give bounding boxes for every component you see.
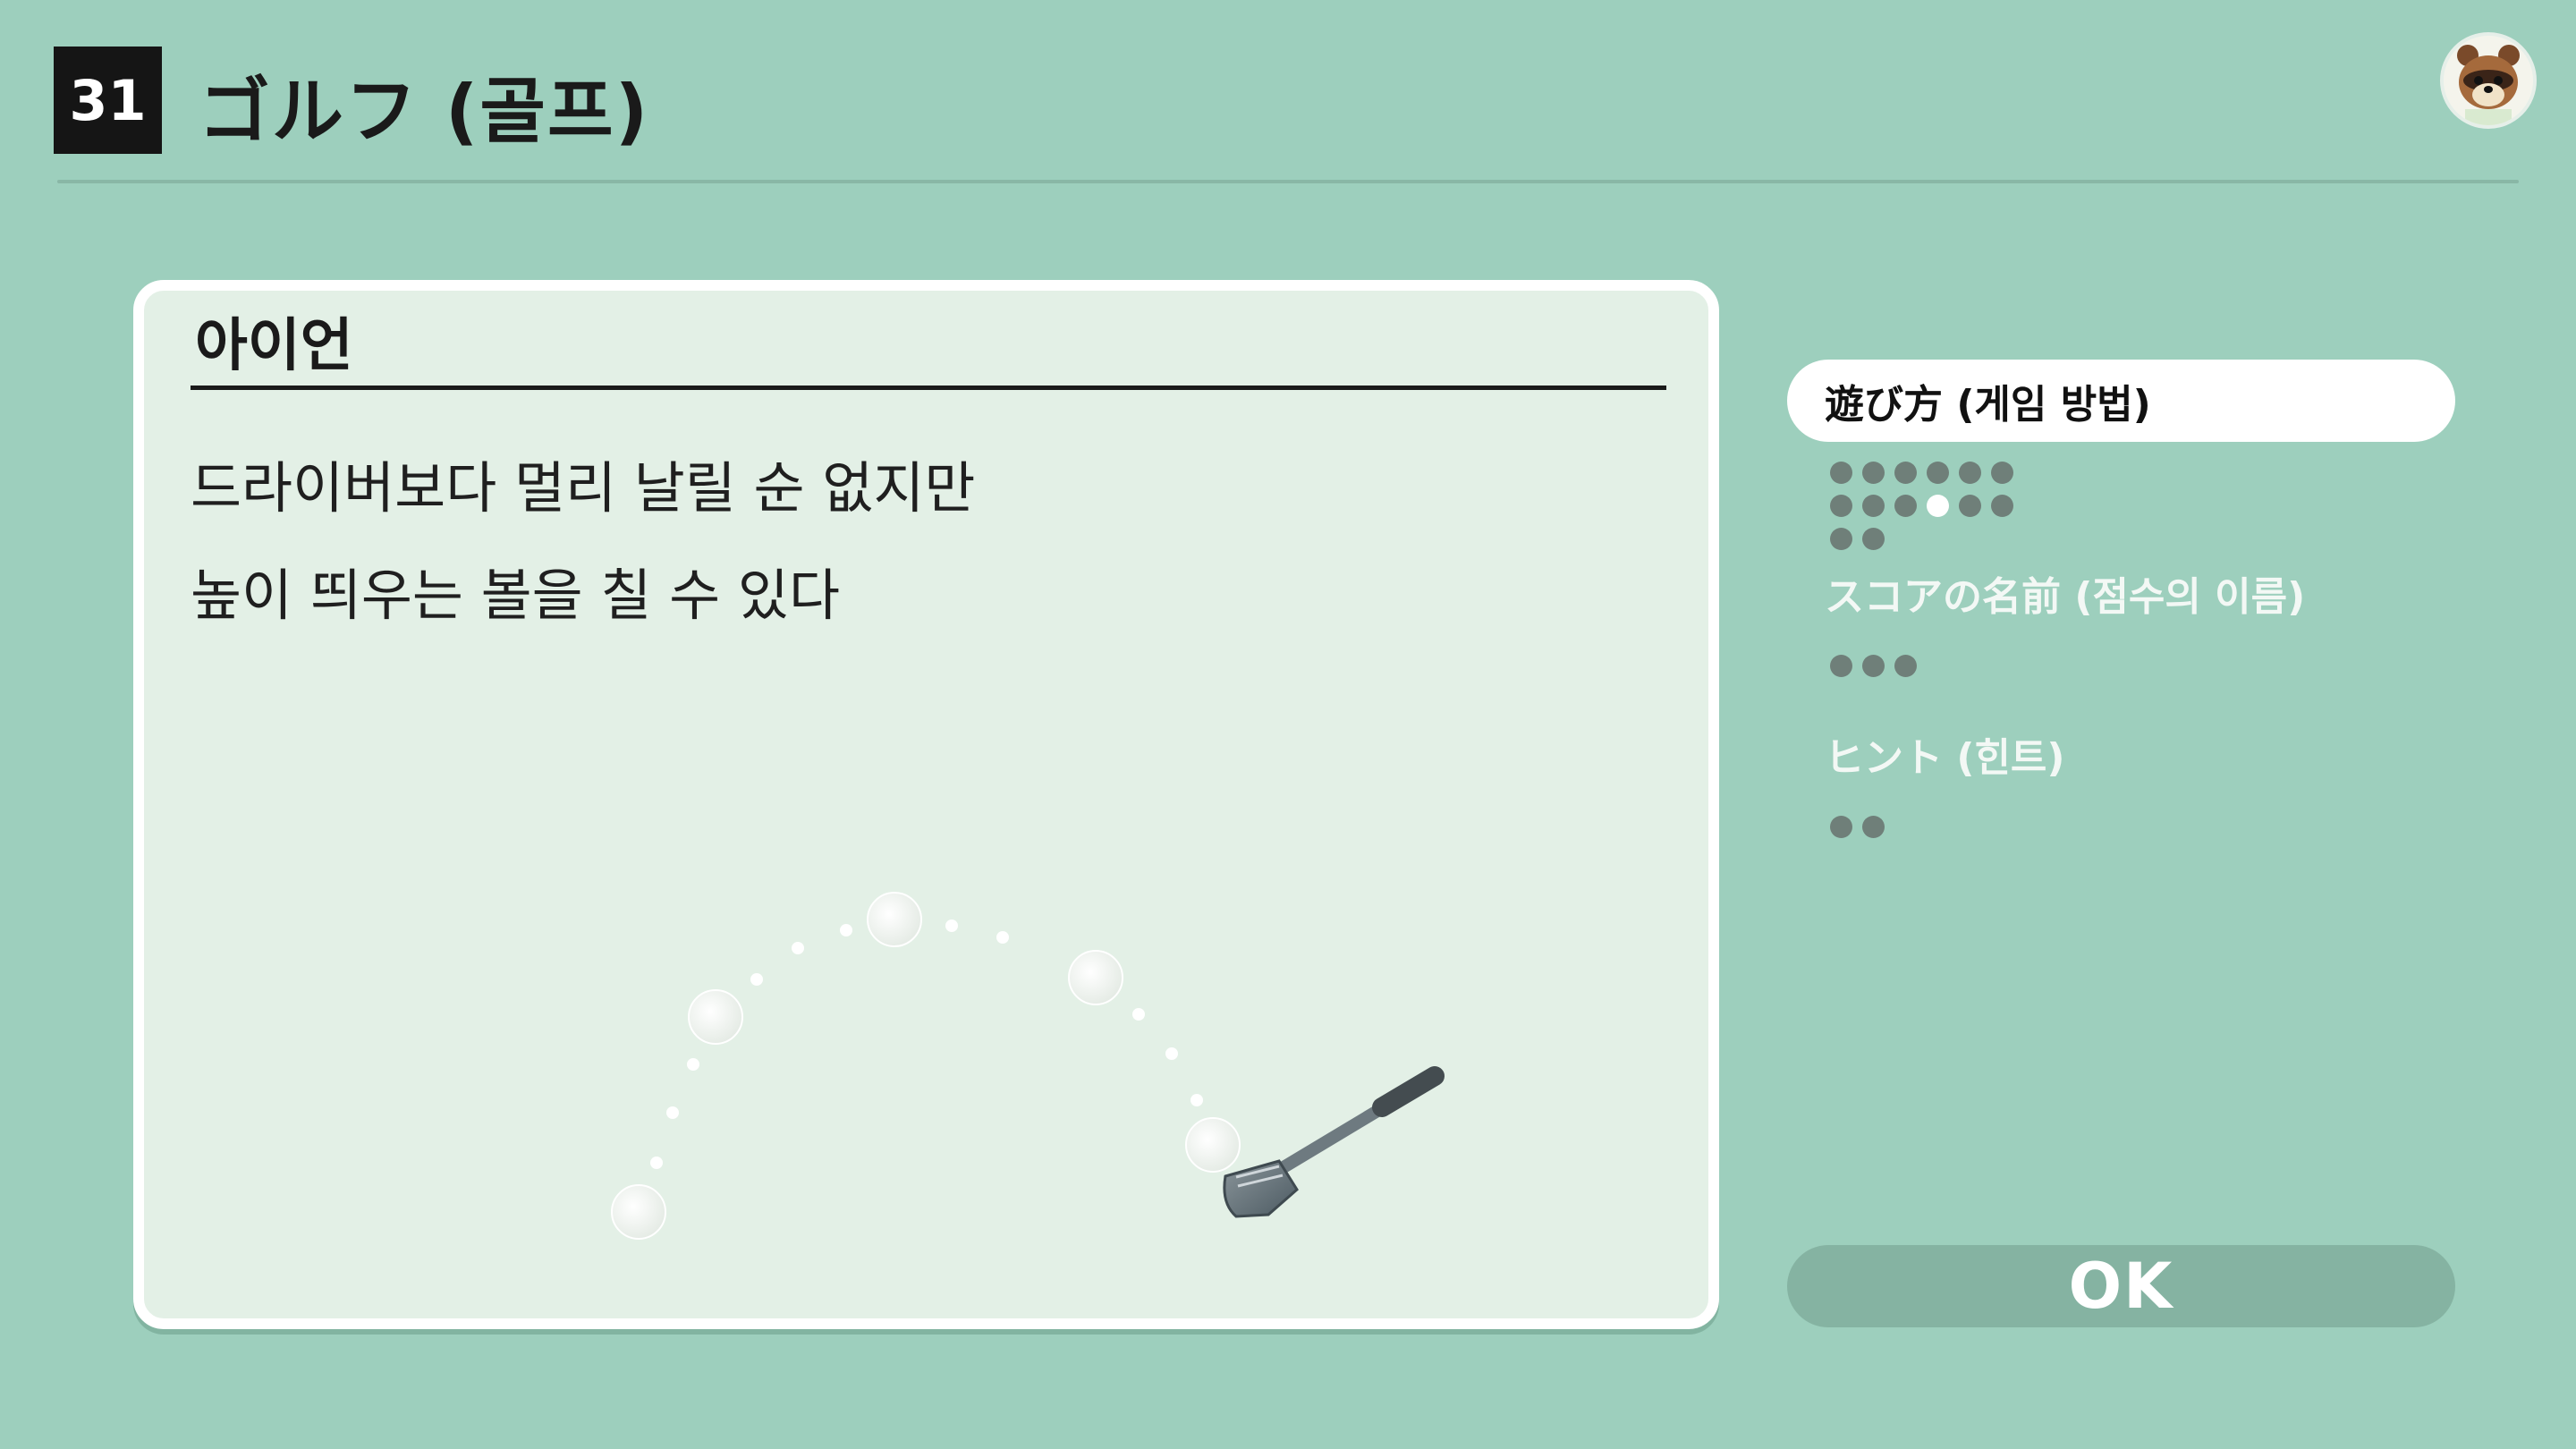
page-dot — [1862, 495, 1885, 517]
card-title: 아이언 — [195, 313, 353, 379]
description-line-2: 높이 띄우는 볼을 칠 수 있다 — [191, 563, 840, 628]
header: 31 ゴルフ (골프) — [0, 0, 2576, 183]
page-dot — [1862, 655, 1885, 677]
page-dot — [1830, 655, 1852, 677]
menu-item-score-names[interactable]: スコアの名前 (점수의 이름) — [1787, 552, 2455, 634]
ok-button[interactable]: OK — [1787, 1245, 2455, 1327]
page-dot — [1927, 495, 1949, 517]
page-dot — [1830, 816, 1852, 838]
page-dot — [1959, 495, 1981, 517]
page-number: 31 — [69, 67, 147, 133]
page-indicator-hints — [1830, 816, 1885, 838]
menu-item-how-to-play-label: 遊び方 (게임 방법) — [1825, 382, 2151, 428]
ok-button-label: OK — [2068, 1250, 2174, 1323]
page-dot — [1959, 462, 1981, 484]
page-number-badge: 31 — [54, 47, 162, 154]
page-dot — [1862, 528, 1885, 550]
page-indicator-how-to-play — [1830, 462, 2045, 550]
page-title: ゴルフ (골프) — [199, 70, 650, 153]
golf-iron-club-icon — [611, 892, 1445, 1240]
page-dot — [1830, 528, 1852, 550]
menu-item-hints-label: ヒント (힌트) — [1825, 735, 2065, 781]
menu-item-how-to-play[interactable]: 遊び方 (게임 방법) — [1787, 360, 2455, 442]
page-dot — [1927, 462, 1949, 484]
page-dot — [1862, 816, 1885, 838]
page-dot — [1862, 462, 1885, 484]
header-divider — [57, 180, 2519, 183]
page-dot — [1991, 495, 2013, 517]
card-title-underline — [191, 386, 1666, 390]
page-dot — [1894, 495, 1917, 517]
page-dot — [1991, 462, 2013, 484]
menu-item-score-names-label: スコアの名前 (점수의 이름) — [1825, 574, 2306, 620]
page-dot — [1894, 462, 1917, 484]
page-dot — [1894, 655, 1917, 677]
description-line-1: 드라이버보다 멀리 날릴 순 없지만 — [191, 455, 976, 521]
page-dot — [1830, 495, 1852, 517]
page-indicator-score-names — [1830, 655, 1917, 677]
tom-nook-avatar-icon — [2440, 32, 2537, 129]
page-dot — [1830, 462, 1852, 484]
menu-item-hints[interactable]: ヒント (힌트) — [1787, 713, 2455, 795]
